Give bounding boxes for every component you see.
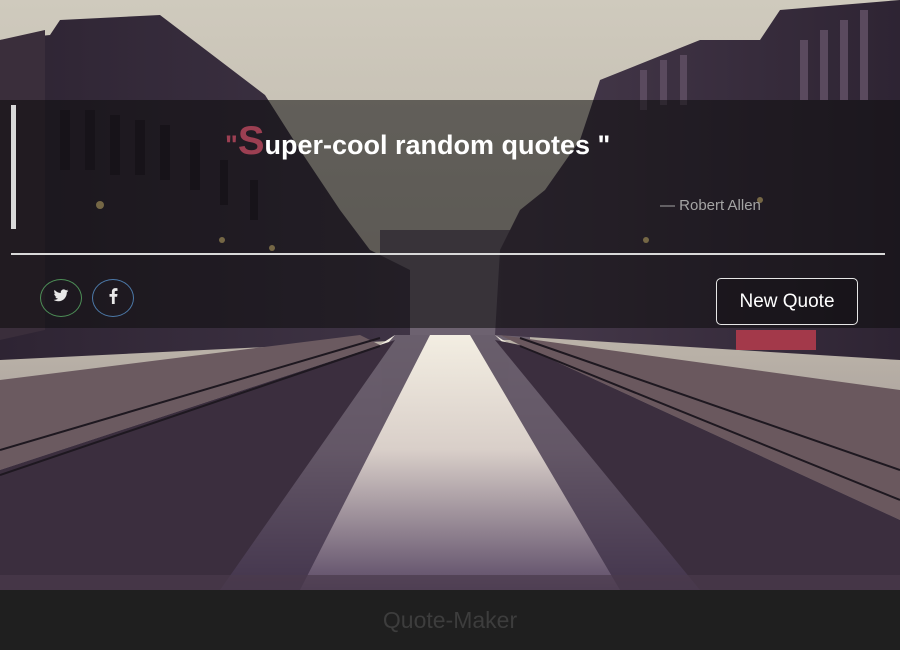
quote-open-mark: " [225, 130, 238, 160]
quote-body: uper-cool random quotes " [264, 130, 611, 160]
divider [11, 253, 885, 255]
footer: Quote-Maker [0, 590, 900, 650]
facebook-share-button[interactable] [92, 279, 134, 317]
quote-author: — Robert Allen [660, 197, 761, 214]
tweet-button[interactable] [40, 279, 82, 317]
quote-first-letter: S [237, 119, 265, 163]
footer-title: Quote-Maker [382, 606, 518, 633]
quote-accent-bar [11, 105, 16, 229]
quote-text: "Super-cool random quotes " [225, 121, 785, 161]
app-root: "Super-cool random quotes " — Robert All… [0, 0, 900, 650]
facebook-icon [109, 287, 118, 309]
twitter-icon [53, 288, 69, 308]
new-quote-button[interactable]: New Quote [716, 278, 858, 325]
